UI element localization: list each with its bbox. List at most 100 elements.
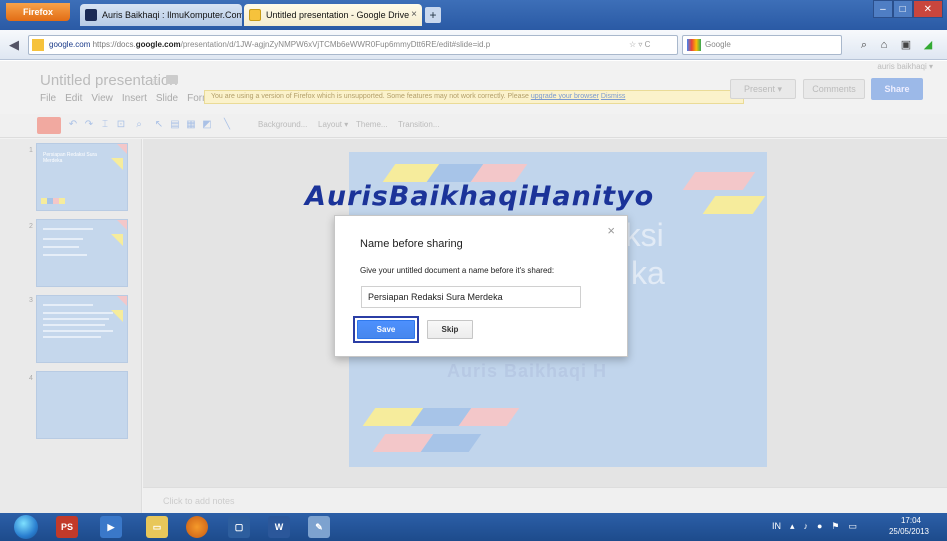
save-button[interactable]: Save — [357, 320, 415, 339]
photoshop-icon[interactable]: PS — [56, 516, 78, 538]
close-icon[interactable]: × — [607, 223, 615, 238]
text-box-icon[interactable]: ▤ — [168, 118, 182, 132]
slide-number: 4 — [29, 375, 33, 382]
upgrade-browser-link[interactable]: upgrade your browser — [531, 93, 599, 100]
present-label: Present — [743, 84, 775, 94]
menu-view[interactable]: View — [91, 93, 113, 104]
zoom-search-icon[interactable]: ⌕ — [132, 118, 146, 132]
slide-filmstrip: 1 Persiapan Redaksi Sura Merdeka 2 3 4 — [0, 139, 142, 513]
window-controls: – □ ✕ — [873, 0, 943, 18]
minimize-icon[interactable]: – — [873, 0, 893, 18]
slide-number: 2 — [29, 223, 33, 230]
slide-number: 1 — [29, 147, 33, 154]
system-tray: IN ▴ ♪ ● ⚑ ▭ — [772, 521, 857, 532]
window-icon[interactable]: ▢ — [228, 516, 250, 538]
dismiss-warning-link[interactable]: Dismiss — [601, 93, 626, 100]
clock-date[interactable]: 25/05/2013 — [889, 527, 929, 536]
shape-icon[interactable]: ◩ — [200, 118, 214, 132]
comments-button[interactable]: Comments — [803, 79, 865, 99]
slide-thumbnail-3[interactable] — [36, 295, 128, 363]
language-indicator[interactable]: IN — [772, 521, 781, 532]
windows-taskbar: PS ▶ ▭ ▢ W ✎ IN ▴ ♪ ● ⚑ ▭ 17:04 25/05/20… — [0, 513, 947, 541]
theme-menu[interactable]: Theme... — [356, 120, 388, 129]
url-domain: google.com — [49, 40, 91, 49]
user-account[interactable]: auris baikhaqi ▾ — [877, 62, 933, 71]
menu-file[interactable]: File — [40, 93, 56, 104]
maximize-icon[interactable]: □ — [892, 0, 913, 18]
slide-subtitle: Auris Baikhaqi H — [447, 361, 608, 381]
tab-close-icon[interactable]: × — [411, 4, 417, 26]
google-search-icon — [687, 39, 701, 51]
thumb-title: Persiapan Redaksi Sura Merdeka — [43, 152, 97, 164]
skip-button[interactable]: Skip — [427, 320, 473, 339]
name-before-sharing-dialog: Name before sharing × Give your untitled… — [334, 215, 628, 357]
url-domain-bold: google.com — [135, 40, 181, 49]
search-bar[interactable]: Google — [682, 35, 842, 55]
dialog-description: Give your untitled document a name befor… — [360, 266, 555, 275]
tab-label: Untitled presentation - Google Drive — [266, 10, 410, 20]
transition-menu[interactable]: Transition... — [398, 120, 440, 129]
layout-menu[interactable]: Layout ▾ — [318, 120, 348, 129]
dialog-title: Name before sharing — [360, 238, 463, 250]
volume-icon[interactable]: ♪ — [803, 521, 808, 532]
background-menu[interactable]: Background... — [258, 120, 307, 129]
display-icon[interactable]: ▭ — [848, 521, 857, 532]
flag-icon[interactable]: ⚑ — [831, 521, 839, 532]
home-icon[interactable]: ⌂ — [876, 37, 892, 53]
url-prefix: https://docs. — [92, 40, 136, 49]
bookmark-star-icon[interactable]: ☆ ▿ C — [629, 36, 650, 54]
document-name-input[interactable] — [361, 286, 581, 308]
folder-explorer-icon[interactable]: ▭ — [146, 516, 168, 538]
share-button[interactable]: Share — [871, 78, 923, 100]
image-icon[interactable]: ▦ — [184, 118, 198, 132]
firefox-menu-button[interactable]: Firefox — [6, 3, 70, 21]
speaker-notes[interactable]: Click to add notes — [143, 487, 947, 513]
paint-format-icon[interactable]: ⌶ — [98, 118, 112, 132]
menu-bar: File Edit View Insert Slide Form — [40, 93, 210, 104]
menu-edit[interactable]: Edit — [65, 93, 82, 104]
firefox-icon[interactable] — [186, 516, 208, 538]
present-button[interactable]: Present ▾ — [730, 79, 796, 99]
unsupported-browser-warning: You are using a version of Firefox which… — [204, 90, 744, 104]
url-path: /presentation/d/1JW-agjnZyNMPW6xVjTCMb6e… — [180, 40, 491, 49]
network-icon[interactable]: ● — [817, 521, 822, 532]
author-watermark: AurisBaikhaqiHanityo — [305, 181, 655, 212]
line-icon[interactable]: ╲ — [220, 118, 234, 132]
redo-icon[interactable]: ↷ — [82, 118, 96, 132]
close-window-icon[interactable]: ✕ — [912, 0, 943, 18]
editor-toolbar: ↶ ↷ ⌶ ⊡ ⌕ ↖ ▤ ▦ ◩ ╲ Background... Layout… — [0, 114, 947, 138]
slide-thumbnail-4[interactable] — [36, 371, 128, 439]
new-tab-button[interactable]: + — [425, 7, 441, 23]
back-arrow-icon[interactable]: ◀ — [6, 37, 22, 53]
search-placeholder: Google — [705, 40, 731, 49]
addon-icon[interactable]: ◢ — [920, 37, 936, 53]
slides-favicon-icon — [249, 9, 261, 21]
magnifier-icon[interactable]: ⌕ — [856, 37, 872, 53]
clock-time[interactable]: 17:04 — [901, 516, 921, 525]
slide-thumbnail-1[interactable]: Persiapan Redaksi Sura Merdeka — [36, 143, 128, 211]
site-identity-icon — [32, 39, 44, 51]
star-icon[interactable]: ☆ — [150, 74, 161, 88]
paint-icon[interactable]: ✎ — [308, 516, 330, 538]
new-slide-button[interactable] — [37, 117, 61, 134]
tab-ilmukomputer[interactable]: Auris Baikhaqi : IlmuKomputer.Com — [80, 4, 242, 26]
word-icon[interactable]: W — [268, 516, 290, 538]
bookmarks-icon[interactable]: ▣ — [898, 37, 914, 53]
slide-thumbnail-2[interactable] — [36, 219, 128, 287]
media-player-icon[interactable]: ▶ — [100, 516, 122, 538]
folder-icon[interactable] — [166, 75, 178, 84]
select-icon[interactable]: ↖ — [152, 118, 166, 132]
slide-number: 3 — [29, 297, 33, 304]
warning-text: You are using a version of Firefox which… — [211, 93, 529, 100]
start-button[interactable] — [14, 515, 38, 539]
ilmukomputer-favicon-icon — [85, 9, 97, 21]
notes-placeholder: Click to add notes — [163, 496, 235, 506]
zoom-icon[interactable]: ⊡ — [114, 118, 128, 132]
menu-insert[interactable]: Insert — [122, 93, 147, 104]
navigation-bar: ◀ google.com https://docs.google.com/pre… — [0, 30, 947, 60]
menu-slide[interactable]: Slide — [156, 93, 178, 104]
undo-icon[interactable]: ↶ — [66, 118, 80, 132]
url-bar[interactable]: google.com https://docs.google.com/prese… — [28, 35, 678, 55]
tray-arrow-icon[interactable]: ▴ — [790, 521, 795, 532]
tab-google-drive[interactable]: Untitled presentation - Google Drive × — [244, 4, 422, 26]
